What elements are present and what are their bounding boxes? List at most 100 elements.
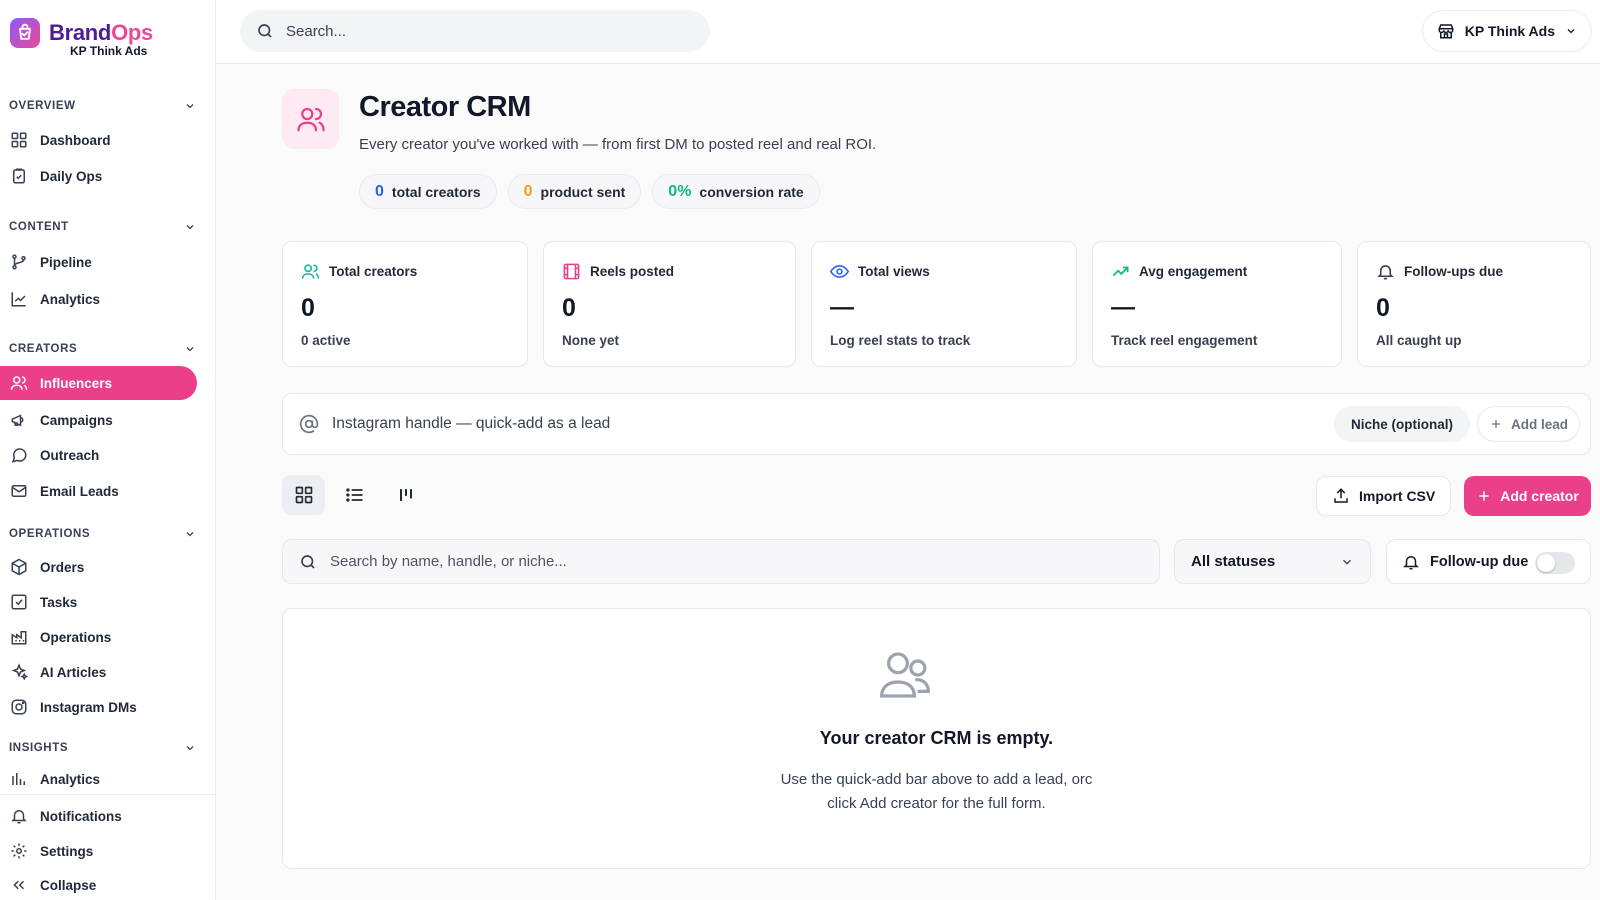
factory-icon	[11, 631, 27, 645]
section-label: OVERVIEW	[9, 100, 76, 112]
section-operations: OPERATIONS	[0, 522, 216, 546]
sidebar-item-label: Outreach	[40, 447, 100, 463]
grid-icon	[295, 486, 312, 504]
sidebar: BrandOps KP Think Ads OVERVIEW Dashboard…	[0, 0, 216, 900]
toggle-knob	[1537, 554, 1555, 572]
pill-value: 0	[375, 182, 384, 200]
sidebar-item-settings[interactable]: Settings	[0, 834, 197, 868]
section-header-operations[interactable]: OPERATIONS	[0, 522, 216, 546]
sidebar-item-operations[interactable]: Operations	[0, 620, 197, 654]
stat-value: —	[1111, 294, 1135, 321]
sidebar-item-analytics[interactable]: Analytics	[0, 282, 197, 316]
kanban-view-button[interactable]	[384, 475, 427, 515]
sidebar-item-campaigns[interactable]: Campaigns	[0, 403, 197, 437]
sidebar-item-label: Influencers	[40, 375, 113, 391]
film-icon	[563, 263, 580, 280]
sidebar-item-influencers[interactable]: Influencers	[0, 366, 197, 400]
users-icon	[301, 264, 320, 279]
search-icon	[301, 554, 315, 569]
stat-value: 0	[1376, 294, 1390, 322]
section-label: CREATORS	[9, 343, 78, 355]
global-search-input[interactable]	[286, 22, 686, 40]
store-icon	[1438, 24, 1454, 39]
pill-value: 0	[523, 182, 533, 200]
sidebar-item-instagram-dms[interactable]: Instagram DMs	[0, 690, 197, 724]
creator-search[interactable]	[282, 539, 1160, 584]
sidebar-collapse-button[interactable]: Collapse	[0, 868, 197, 900]
chevron-down-icon	[186, 347, 194, 352]
sidebar-item-orders[interactable]: Orders	[0, 550, 197, 584]
follow-up-filter: Follow-up due	[1386, 539, 1591, 584]
stat-card-avg-engagement: Avg engagement — Track reel engagement	[1092, 241, 1342, 367]
eye-icon	[830, 265, 849, 278]
sidebar-item-label: Analytics	[40, 771, 101, 787]
grid-view-button[interactable]	[282, 475, 325, 515]
stat-card-follow-ups-due: Follow-ups due 0 All caught up	[1357, 241, 1591, 367]
page-subtitle: Every creator you've worked with — from …	[359, 136, 877, 153]
sidebar-item-notifications[interactable]: Notifications	[0, 799, 197, 833]
sidebar-item-label: Analytics	[40, 291, 101, 307]
stat-label: Avg engagement	[1139, 264, 1248, 279]
list-icon	[345, 488, 362, 502]
status-filter-select[interactable]: All statuses	[1174, 539, 1371, 584]
sidebar-item-insights-analytics[interactable]: Analytics	[0, 762, 197, 796]
sidebar-item-email-leads[interactable]: Email Leads	[0, 474, 197, 508]
add-lead-button[interactable]: Add lead	[1476, 406, 1580, 442]
stat-label: Total creators	[329, 264, 418, 279]
chevron-down-icon	[186, 104, 194, 109]
search-icon	[258, 24, 272, 38]
section-label: CONTENT	[9, 221, 69, 233]
clipboard-check-icon	[13, 168, 25, 184]
brand-name-part2: Ops	[111, 20, 153, 45]
sidebar-item-daily-ops[interactable]: Daily Ops	[0, 159, 197, 193]
chevron-down-icon	[186, 746, 194, 751]
empty-state-text: Use the quick-add bar above to add a lea…	[283, 768, 1590, 816]
add-creator-label: Add creator	[1500, 488, 1579, 504]
pill-label: total creators	[391, 183, 481, 200]
follow-up-toggle[interactable]	[1535, 552, 1575, 574]
at-sign-icon	[299, 414, 319, 434]
import-csv-button[interactable]: Import CSV	[1316, 476, 1452, 516]
stat-card-reels-posted: Reels posted 0 None yet	[543, 241, 796, 367]
add-lead-label: Add lead	[1510, 416, 1568, 432]
quick-add-input[interactable]: Instagram handle — quick-add as a lead	[332, 415, 610, 433]
add-creator-button[interactable]: Add creator	[1464, 476, 1591, 516]
sidebar-item-pipeline[interactable]: Pipeline	[0, 245, 197, 279]
chevron-down-icon	[186, 532, 194, 537]
summary-pills: 0 total creators 0 product sent 0% conversi…	[359, 174, 820, 209]
sidebar-item-tasks[interactable]: Tasks	[0, 585, 197, 619]
workspace-switcher[interactable]: KP Think Ads	[1421, 10, 1592, 52]
global-search[interactable]	[240, 10, 710, 52]
empty-state-line: click Add creator for the full form.	[827, 795, 1046, 812]
sidebar-item-outreach[interactable]: Outreach	[0, 438, 197, 472]
plus-icon	[1479, 491, 1489, 501]
pill-label: conversion rate	[699, 183, 804, 200]
list-view-button[interactable]	[333, 475, 376, 515]
section-header-overview[interactable]: OVERVIEW	[0, 94, 216, 118]
pill-conversion-rate: 0% conversion rate	[652, 174, 820, 209]
section-header-creators[interactable]: CREATORS	[0, 337, 216, 361]
chevron-down-icon	[186, 225, 194, 230]
mail-icon	[11, 485, 27, 497]
section-header-insights[interactable]: INSIGHTS	[0, 736, 216, 760]
quick-add-bar[interactable]: Instagram handle — quick-add as a lead N…	[282, 393, 1591, 455]
pill-total-creators: 0 total creators	[359, 174, 497, 209]
section-header-content[interactable]: CONTENT	[0, 215, 216, 239]
brand-name-part1: Brand	[49, 20, 112, 45]
sidebar-item-ai-articles[interactable]: AI Articles	[0, 655, 197, 689]
creator-search-input[interactable]	[330, 553, 1130, 570]
sidebar-item-label: Orders	[40, 559, 85, 575]
bar-chart-icon	[12, 773, 25, 785]
stat-value: —	[830, 294, 854, 321]
pill-product-sent: 0 product sent	[507, 174, 642, 209]
stat-foot: 0 active	[301, 333, 351, 348]
stat-foot: None yet	[562, 333, 620, 348]
stat-card-total-views: Total views — Log reel stats to track	[811, 241, 1077, 367]
instagram-icon	[11, 699, 27, 715]
sidebar-item-dashboard[interactable]: Dashboard	[0, 123, 197, 157]
brand[interactable]: BrandOps KP Think Ads	[10, 18, 153, 58]
line-chart-icon	[11, 292, 26, 307]
sidebar-item-label: Dashboard	[40, 132, 111, 148]
niche-input[interactable]: Niche (optional)	[1334, 406, 1470, 442]
chevrons-left-icon	[13, 880, 25, 890]
